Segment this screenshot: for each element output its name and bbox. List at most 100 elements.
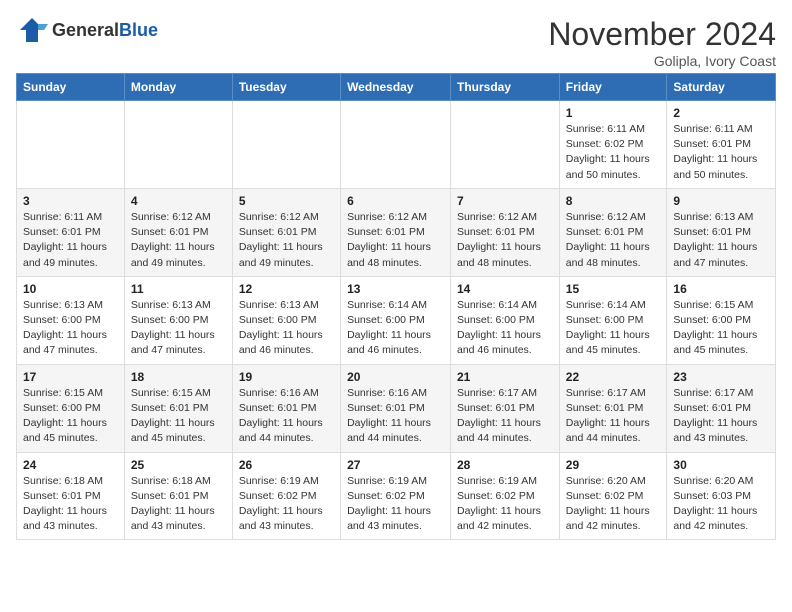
day-info: Sunrise: 6:19 AMSunset: 6:02 PMDaylight:…: [239, 474, 334, 535]
day-number: 23: [673, 370, 769, 384]
calendar-cell: 18 Sunrise: 6:15 AMSunset: 6:01 PMDayligh…: [124, 364, 232, 452]
day-number: 16: [673, 282, 769, 296]
calendar-cell: 24 Sunrise: 6:18 AMSunset: 6:01 PMDayligh…: [17, 452, 125, 540]
day-number: 13: [347, 282, 444, 296]
day-info: Sunrise: 6:11 AMSunset: 6:02 PMDaylight:…: [566, 122, 661, 183]
calendar-cell: 6 Sunrise: 6:12 AMSunset: 6:01 PMDaylight…: [341, 188, 451, 276]
day-info: Sunrise: 6:18 AMSunset: 6:01 PMDaylight:…: [131, 474, 226, 535]
calendar-cell: 9 Sunrise: 6:13 AMSunset: 6:01 PMDaylight…: [667, 188, 776, 276]
calendar-week-5: 24 Sunrise: 6:18 AMSunset: 6:01 PMDayligh…: [17, 452, 776, 540]
day-info: Sunrise: 6:13 AMSunset: 6:00 PMDaylight:…: [239, 298, 334, 359]
day-number: 1: [566, 106, 661, 120]
logo: GeneralBlue: [16, 16, 158, 44]
calendar-cell: 4 Sunrise: 6:12 AMSunset: 6:01 PMDaylight…: [124, 188, 232, 276]
calendar-cell: 27 Sunrise: 6:19 AMSunset: 6:02 PMDayligh…: [341, 452, 451, 540]
day-info: Sunrise: 6:11 AMSunset: 6:01 PMDaylight:…: [673, 122, 769, 183]
day-info: Sunrise: 6:12 AMSunset: 6:01 PMDaylight:…: [347, 210, 444, 271]
location: Golipla, Ivory Coast: [548, 53, 776, 69]
calendar-cell: 29Sunrise: 6:20 AMSunset: 6:02 PMDayligh…: [559, 452, 667, 540]
weekday-header-thursday: Thursday: [451, 74, 560, 101]
day-info: Sunrise: 6:13 AMSunset: 6:00 PMDaylight:…: [23, 298, 118, 359]
day-number: 2: [673, 106, 769, 120]
day-info: Sunrise: 6:19 AMSunset: 6:02 PMDaylight:…: [347, 474, 444, 535]
day-info: Sunrise: 6:12 AMSunset: 6:01 PMDaylight:…: [566, 210, 661, 271]
calendar-body: 1 Sunrise: 6:11 AMSunset: 6:02 PMDaylight…: [17, 101, 776, 540]
calendar-cell: 22 Sunrise: 6:17 AMSunset: 6:01 PMDayligh…: [559, 364, 667, 452]
calendar-cell: [232, 101, 340, 189]
day-info: Sunrise: 6:13 AMSunset: 6:00 PMDaylight:…: [131, 298, 226, 359]
calendar-cell: 28 Sunrise: 6:19 AMSunset: 6:02 PMDayligh…: [451, 452, 560, 540]
calendar-cell: 14Sunrise: 6:14 AMSunset: 6:00 PMDayligh…: [451, 276, 560, 364]
day-number: 8: [566, 194, 661, 208]
day-info: Sunrise: 6:16 AMSunset: 6:01 PMDaylight:…: [239, 386, 334, 447]
weekday-header-saturday: Saturday: [667, 74, 776, 101]
calendar-cell: 5 Sunrise: 6:12 AMSunset: 6:01 PMDaylight…: [232, 188, 340, 276]
calendar-cell: [124, 101, 232, 189]
calendar-cell: 10 Sunrise: 6:13 AMSunset: 6:00 PMDayligh…: [17, 276, 125, 364]
calendar-cell: 11 Sunrise: 6:13 AMSunset: 6:00 PMDayligh…: [124, 276, 232, 364]
day-info: Sunrise: 6:15 AMSunset: 6:00 PMDaylight:…: [23, 386, 118, 447]
calendar-cell: 26 Sunrise: 6:19 AMSunset: 6:02 PMDayligh…: [232, 452, 340, 540]
day-info: Sunrise: 6:18 AMSunset: 6:01 PMDaylight:…: [23, 474, 118, 535]
day-number: 7: [457, 194, 553, 208]
day-number: 26: [239, 458, 334, 472]
day-number: 19: [239, 370, 334, 384]
day-info: Sunrise: 6:20 AMSunset: 6:03 PMDaylight:…: [673, 474, 769, 535]
day-number: 9: [673, 194, 769, 208]
day-info: Sunrise: 6:12 AMSunset: 6:01 PMDaylight:…: [239, 210, 334, 271]
day-info: Sunrise: 6:13 AMSunset: 6:01 PMDaylight:…: [673, 210, 769, 271]
calendar-cell: 23 Sunrise: 6:17 AMSunset: 6:01 PMDayligh…: [667, 364, 776, 452]
day-info: Sunrise: 6:19 AMSunset: 6:02 PMDaylight:…: [457, 474, 553, 535]
day-number: 15: [566, 282, 661, 296]
day-number: 11: [131, 282, 226, 296]
calendar-cell: [451, 101, 560, 189]
day-number: 22: [566, 370, 661, 384]
calendar-header: SundayMondayTuesdayWednesdayThursdayFrid…: [17, 74, 776, 101]
day-number: 24: [23, 458, 118, 472]
calendar-cell: 1 Sunrise: 6:11 AMSunset: 6:02 PMDaylight…: [559, 101, 667, 189]
calendar-week-4: 17Sunrise: 6:15 AMSunset: 6:00 PMDayligh…: [17, 364, 776, 452]
calendar-cell: 13 Sunrise: 6:14 AMSunset: 6:00 PMDayligh…: [341, 276, 451, 364]
day-number: 14: [457, 282, 553, 296]
calendar-cell: 25Sunrise: 6:18 AMSunset: 6:01 PMDayligh…: [124, 452, 232, 540]
calendar-cell: 7 Sunrise: 6:12 AMSunset: 6:01 PMDaylight…: [451, 188, 560, 276]
day-number: 4: [131, 194, 226, 208]
calendar-cell: 30 Sunrise: 6:20 AMSunset: 6:03 PMDayligh…: [667, 452, 776, 540]
day-number: 27: [347, 458, 444, 472]
day-info: Sunrise: 6:14 AMSunset: 6:00 PMDaylight:…: [566, 298, 661, 359]
weekday-header-sunday: Sunday: [17, 74, 125, 101]
day-info: Sunrise: 6:11 AMSunset: 6:01 PMDaylight:…: [23, 210, 118, 271]
logo-general-text: General: [52, 20, 119, 40]
day-number: 10: [23, 282, 118, 296]
day-number: 12: [239, 282, 334, 296]
calendar-week-1: 1 Sunrise: 6:11 AMSunset: 6:02 PMDaylight…: [17, 101, 776, 189]
day-info: Sunrise: 6:17 AMSunset: 6:01 PMDaylight:…: [566, 386, 661, 447]
day-info: Sunrise: 6:15 AMSunset: 6:00 PMDaylight:…: [673, 298, 769, 359]
day-info: Sunrise: 6:17 AMSunset: 6:01 PMDaylight:…: [673, 386, 769, 447]
calendar-table: SundayMondayTuesdayWednesdayThursdayFrid…: [16, 73, 776, 540]
day-number: 6: [347, 194, 444, 208]
calendar-week-3: 10 Sunrise: 6:13 AMSunset: 6:00 PMDayligh…: [17, 276, 776, 364]
calendar-cell: 16 Sunrise: 6:15 AMSunset: 6:00 PMDayligh…: [667, 276, 776, 364]
day-info: Sunrise: 6:14 AMSunset: 6:00 PMDaylight:…: [347, 298, 444, 359]
day-number: 28: [457, 458, 553, 472]
day-number: 18: [131, 370, 226, 384]
calendar-cell: [341, 101, 451, 189]
day-info: Sunrise: 6:15 AMSunset: 6:01 PMDaylight:…: [131, 386, 226, 447]
day-info: Sunrise: 6:17 AMSunset: 6:01 PMDaylight:…: [457, 386, 553, 447]
day-number: 21: [457, 370, 553, 384]
calendar-cell: 21 Sunrise: 6:17 AMSunset: 6:01 PMDayligh…: [451, 364, 560, 452]
calendar-week-2: 3 Sunrise: 6:11 AMSunset: 6:01 PMDaylight…: [17, 188, 776, 276]
day-number: 5: [239, 194, 334, 208]
day-number: 30: [673, 458, 769, 472]
day-info: Sunrise: 6:12 AMSunset: 6:01 PMDaylight:…: [457, 210, 553, 271]
calendar-cell: 12 Sunrise: 6:13 AMSunset: 6:00 PMDayligh…: [232, 276, 340, 364]
weekday-header-row: SundayMondayTuesdayWednesdayThursdayFrid…: [17, 74, 776, 101]
weekday-header-tuesday: Tuesday: [232, 74, 340, 101]
day-info: Sunrise: 6:16 AMSunset: 6:01 PMDaylight:…: [347, 386, 444, 447]
day-number: 3: [23, 194, 118, 208]
page-header: GeneralBlue November 2024 Golipla, Ivory…: [16, 16, 776, 69]
weekday-header-friday: Friday: [559, 74, 667, 101]
day-info: Sunrise: 6:12 AMSunset: 6:01 PMDaylight:…: [131, 210, 226, 271]
day-number: 20: [347, 370, 444, 384]
